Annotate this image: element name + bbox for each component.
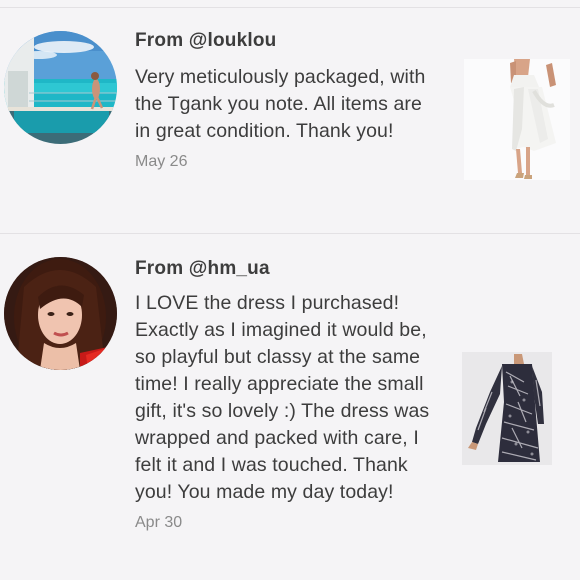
- avatar-photo-portrait: [4, 257, 117, 370]
- avatar-louklou[interactable]: [4, 31, 117, 144]
- review-message: I LOVE the dress I purchased! Exactly as…: [135, 292, 430, 503]
- review-card: From @louklou Very meticulously packaged…: [0, 8, 580, 233]
- review-content: From @louklou Very meticulously packaged…: [135, 30, 435, 171]
- review-content: From @hm_ua I LOVE the dress I purchased…: [135, 258, 435, 532]
- review-date: Apr 30: [135, 514, 183, 531]
- avatar-photo-beach: [4, 31, 117, 144]
- purchased-item-thumbnail[interactable]: [462, 352, 552, 465]
- review-author: From @hm_ua: [135, 258, 435, 280]
- review-message: Very meticulously packaged, with the Tga…: [135, 66, 426, 142]
- avatar-hm-ua[interactable]: [4, 257, 117, 370]
- item-photo-patterned-dress: [462, 352, 552, 465]
- review-author: From @louklou: [135, 30, 435, 52]
- from-label: From: [135, 30, 189, 51]
- from-label: From: [135, 258, 189, 279]
- review-date: May 26: [135, 153, 188, 170]
- item-photo-white-skirt: [464, 59, 570, 180]
- purchased-item-thumbnail[interactable]: [464, 59, 570, 180]
- author-handle-link[interactable]: @hm_ua: [189, 258, 270, 279]
- review-card: From @hm_ua I LOVE the dress I purchased…: [0, 234, 580, 580]
- author-handle-link[interactable]: @louklou: [189, 30, 277, 51]
